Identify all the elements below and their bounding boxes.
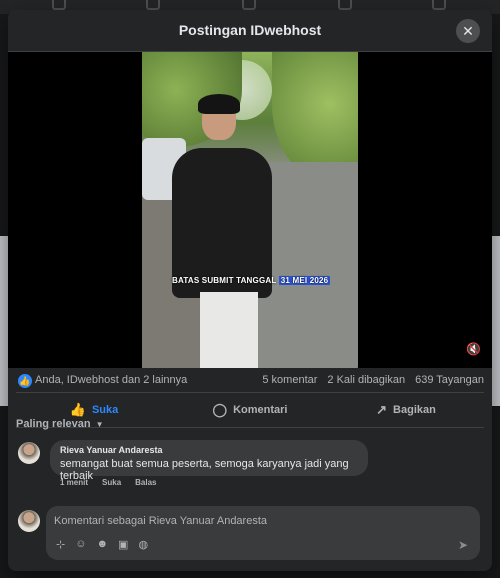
post-stats: 👍 Anda, IDwebhost dan 2 lainnya 5 koment…: [8, 368, 492, 394]
gif-icon[interactable]: ▣: [118, 538, 128, 551]
comment-input[interactable]: [54, 513, 434, 529]
video-caption: BATAS SUBMIT TANGGAL 31 MEI 2026: [172, 276, 331, 285]
comment-like-button[interactable]: Suka: [102, 478, 121, 487]
comment-meta: 1 menit Suka Balas: [60, 478, 157, 487]
groups-icon: [338, 0, 352, 10]
share-button[interactable]: ↗ Bagikan: [328, 393, 484, 427]
reactions-summary[interactable]: Anda, IDwebhost dan 2 lainnya: [35, 374, 187, 386]
modal-header: Postingan IDwebhost ✕: [8, 10, 492, 52]
comments-count[interactable]: 5 komentar: [262, 374, 317, 386]
sort-label: Paling relevan: [16, 418, 91, 430]
comment-button-label: Komentari: [233, 404, 288, 416]
sticker-icon[interactable]: ⊹: [56, 538, 65, 551]
video-player[interactable]: BATAS SUBMIT TANGGAL 31 MEI 2026 🔇: [8, 52, 492, 368]
like-button-label: Suka: [91, 404, 119, 416]
comment-time[interactable]: 1 menit: [60, 478, 88, 487]
gaming-icon: [432, 0, 446, 10]
mute-button[interactable]: 🔇: [466, 342, 482, 358]
close-button[interactable]: ✕: [456, 19, 480, 43]
current-user-avatar[interactable]: [18, 510, 40, 532]
modal-title: Postingan IDwebhost: [178, 22, 322, 38]
comment-input-box: ⊹ ☺ ☻ ▣ ◍ ➤: [46, 506, 480, 560]
video-person-pants: [200, 292, 258, 368]
comment-button[interactable]: ◯ Komentari: [172, 393, 328, 427]
share-button-label: Bagikan: [393, 404, 436, 416]
video-caption-text: BATAS SUBMIT TANGGAL: [172, 276, 277, 285]
send-icon[interactable]: ➤: [458, 538, 468, 552]
close-icon: ✕: [462, 23, 474, 39]
comment-bubble-icon: ◯: [212, 402, 228, 417]
video-caption-highlight: 31 MEI 2026: [278, 276, 331, 285]
composer-tools: ⊹ ☺ ☻ ▣ ◍: [56, 538, 148, 551]
background-right-panel: [492, 236, 500, 406]
chevron-down-icon: ▼: [95, 420, 104, 429]
comment-bubble: Rieva Yanuar Andaresta semangat buat sem…: [50, 440, 368, 482]
emoji-icon[interactable]: ☻: [96, 538, 108, 551]
comment-author[interactable]: Rieva Yanuar Andaresta: [60, 445, 358, 455]
home-icon: [52, 0, 66, 10]
comment-reply-button[interactable]: Balas: [135, 478, 156, 487]
share-arrow-icon: ↗: [376, 402, 388, 417]
background-left-panel: [0, 236, 8, 406]
video-icon: [146, 0, 160, 10]
speaker-muted-icon: 🔇: [466, 342, 481, 356]
avatar[interactable]: [18, 442, 40, 464]
comment-composer: ⊹ ☺ ☻ ▣ ◍ ➤: [18, 506, 482, 562]
video-frame: BATAS SUBMIT TANGGAL 31 MEI 2026: [142, 52, 358, 368]
thumbs-up-icon: 👍: [69, 402, 86, 417]
like-badge-icon: 👍: [18, 374, 32, 388]
shares-count[interactable]: 2 Kali dibagikan: [327, 374, 405, 386]
comment-item: Rieva Yanuar Andaresta semangat buat sem…: [18, 440, 478, 492]
sticker-face-icon[interactable]: ◍: [138, 538, 148, 551]
views-count: 639 Tayangan: [415, 374, 484, 386]
video-person-hair: [198, 94, 240, 114]
comment-sort-dropdown[interactable]: Paling relevan ▼: [16, 418, 104, 430]
post-modal: Postingan IDwebhost ✕ BATAS SUBMIT TANGG…: [8, 10, 492, 571]
marketplace-icon: [242, 0, 256, 10]
avatar-sticker-icon[interactable]: ☺: [75, 538, 86, 551]
post-counts: 5 komentar 2 Kali dibagikan 639 Tayangan: [262, 374, 484, 386]
